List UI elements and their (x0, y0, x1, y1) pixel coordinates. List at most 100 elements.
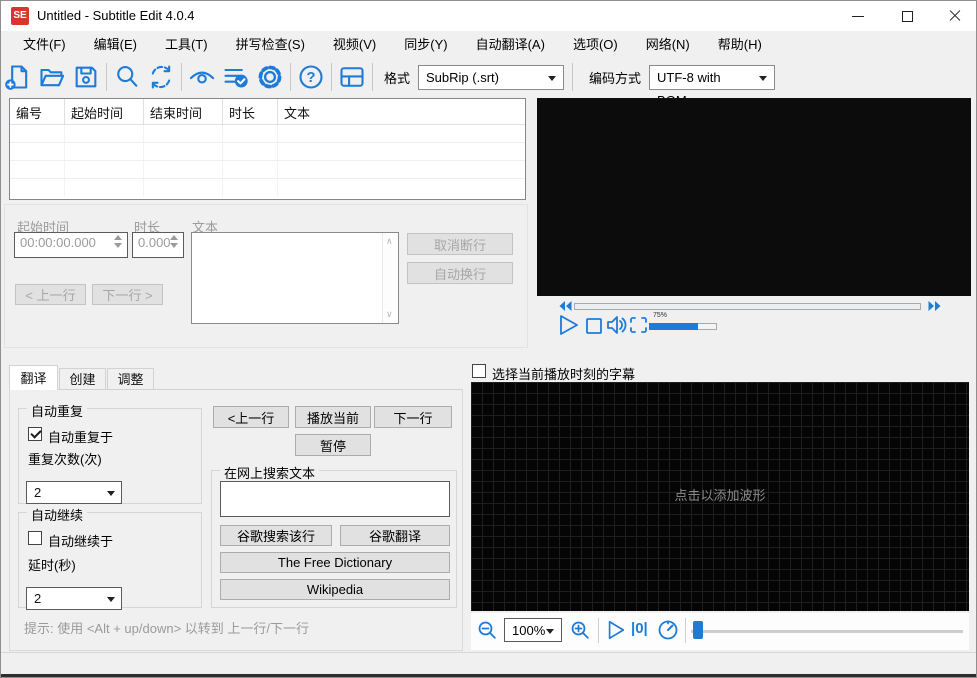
tab-create[interactable]: 创建 (59, 368, 106, 390)
play-current-button[interactable]: 播放当前 (295, 406, 371, 428)
settings-button[interactable] (253, 62, 287, 92)
autobreak-button[interactable]: 自动换行 (407, 262, 513, 284)
table-row (10, 161, 525, 179)
tab-adjust[interactable]: 调整 (107, 368, 154, 390)
visual-sync-button[interactable] (185, 62, 219, 92)
chevron-down-icon (546, 629, 554, 634)
layout-button[interactable] (335, 62, 369, 92)
title-bar: SE Untitled - Subtitle Edit 4.0.4 (1, 1, 976, 31)
maximize-button[interactable] (886, 1, 928, 31)
scroll-up-icon[interactable]: ∧ (386, 236, 393, 247)
scroll-down-icon[interactable]: ∨ (386, 309, 393, 320)
google-translate-button[interactable]: 谷歌翻译 (340, 525, 450, 546)
refresh-replace-icon (151, 65, 171, 89)
menu-item-sync[interactable]: 同步(Y) (390, 31, 461, 58)
waveform-position-slider[interactable] (691, 630, 963, 633)
video-seek-bar[interactable] (574, 303, 921, 310)
auto-repeat-checkbox[interactable] (28, 427, 42, 441)
toolbar: ? 格式 SubRip (.srt) 编码方式 UTF-8 with BOM (1, 58, 976, 108)
auto-continue-group: 自动继续 自动继续于 延时(秒) 2 (18, 505, 202, 610)
playback-speed-icon[interactable] (657, 619, 679, 641)
waveform-play-icon[interactable] (605, 619, 627, 641)
translate-next-line-button[interactable]: 下一行 (374, 406, 452, 428)
textarea-scrollbar[interactable]: ∧ ∨ (382, 233, 398, 323)
web-search-title: 在网上搜索文本 (220, 463, 320, 482)
menu-item-file[interactable]: 文件(F) (9, 31, 80, 58)
auto-repeat-group: 自动重复 自动重复于 重复次数(次) 2 (18, 401, 202, 504)
search-icon (117, 66, 138, 87)
repeat-count-select[interactable]: 2 (26, 481, 122, 504)
format-select[interactable]: SubRip (.srt) (418, 64, 565, 90)
zoom-out-icon[interactable] (477, 620, 498, 641)
google-search-line-button[interactable]: 谷歌搜索该行 (220, 525, 332, 546)
find-button[interactable] (110, 62, 144, 92)
translate-prev-line-button[interactable]: <上一行 (213, 406, 289, 428)
toolbar-separator (106, 63, 107, 91)
open-file-button[interactable] (35, 62, 69, 92)
toolbar-separator (331, 63, 332, 91)
play-one-second-icon[interactable]: |0| (631, 620, 648, 637)
spell-check-button[interactable] (219, 62, 253, 92)
subtitle-text-area[interactable]: ∧ ∨ (191, 232, 399, 324)
menu-item-autotranslate[interactable]: 自动翻译(A) (462, 31, 559, 58)
pause-button[interactable]: 暂停 (295, 434, 371, 456)
menu-item-edit[interactable]: 编辑(E) (80, 31, 151, 58)
menu-item-tools[interactable]: 工具(T) (151, 31, 222, 58)
status-bar (1, 652, 976, 674)
duration-input[interactable]: 0.000 (132, 232, 184, 258)
subtitle-list[interactable]: 编号 起始时间 结束时间 时长 文本 (9, 98, 526, 200)
stop-icon[interactable] (585, 317, 603, 335)
web-search-group: 在网上搜索文本 谷歌搜索该行 谷歌翻译 The Free Dictionary … (211, 463, 457, 608)
waveform-display[interactable]: 点击以添加波形 (471, 382, 969, 611)
menu-item-options[interactable]: 选项(O) (559, 31, 632, 58)
auto-repeat-checkbox-label: 自动重复于 (48, 430, 114, 445)
replace-button[interactable] (144, 62, 178, 92)
rewind-icon[interactable] (557, 299, 573, 313)
help-button[interactable]: ? (294, 62, 328, 92)
web-search-input[interactable] (220, 481, 450, 517)
save-button[interactable] (69, 62, 103, 92)
start-time-value: 00:00:00.000 (20, 235, 96, 250)
video-display[interactable] (537, 98, 971, 296)
start-time-input[interactable]: 00:00:00.000 (14, 232, 128, 258)
forward-icon[interactable] (927, 299, 943, 313)
volume-icon[interactable] (606, 315, 628, 335)
select-current-subtitle-checkbox[interactable] (472, 364, 486, 378)
spinner-arrows-icon[interactable] (111, 235, 125, 248)
maximize-icon (901, 10, 913, 22)
close-button[interactable] (934, 1, 976, 31)
menu-item-spellcheck[interactable]: 拼写检查(S) (222, 31, 319, 58)
play-icon[interactable] (557, 314, 581, 336)
translate-tab-panel: 自动重复 自动重复于 重复次数(次) 2 自动继续 自动继续于 延时(秒) 2 … (9, 389, 463, 651)
zoom-in-icon[interactable] (570, 620, 591, 641)
help-question-glyph: ? (306, 68, 316, 86)
menu-bar: 文件(F) 编辑(E) 工具(T) 拼写检查(S) 视频(V) 同步(Y) 自动… (1, 31, 976, 58)
chevron-down-icon (107, 597, 115, 602)
unbreak-button[interactable]: 取消断行 (407, 233, 513, 255)
hint-text: 提示: 使用 <Alt + up/down> 以转到 上一行/下一行 (24, 621, 309, 636)
taskbar-sliver (1, 674, 976, 677)
wikipedia-button[interactable]: Wikipedia (220, 579, 450, 600)
column-header-text[interactable]: 文本 (278, 99, 525, 124)
column-header-number[interactable]: 编号 (10, 99, 65, 124)
prev-line-button[interactable]: < 上一行 (15, 284, 86, 305)
auto-continue-checkbox[interactable] (28, 531, 42, 545)
column-header-end-time[interactable]: 结束时间 (144, 99, 223, 124)
spinner-arrows-icon[interactable] (167, 235, 181, 248)
delay-select[interactable]: 2 (26, 587, 122, 610)
tab-translate[interactable]: 翻译 (9, 365, 58, 390)
column-header-start-time[interactable]: 起始时间 (65, 99, 144, 124)
menu-item-video[interactable]: 视频(V) (319, 31, 390, 58)
free-dictionary-button[interactable]: The Free Dictionary (220, 552, 450, 573)
minimize-button[interactable] (837, 1, 879, 31)
encoding-select[interactable]: UTF-8 with BOM (649, 64, 776, 108)
new-file-button[interactable] (1, 62, 35, 92)
slider-thumb[interactable] (693, 621, 703, 639)
menu-item-help[interactable]: 帮助(H) (704, 31, 776, 58)
waveform-zoom-select[interactable]: 100% (504, 618, 562, 642)
next-line-button[interactable]: 下一行 > (92, 284, 163, 305)
repeat-count-value: 2 (34, 485, 42, 500)
fullscreen-icon[interactable] (629, 316, 648, 334)
menu-item-network[interactable]: 网络(N) (632, 31, 704, 58)
column-header-duration[interactable]: 时长 (223, 99, 278, 124)
